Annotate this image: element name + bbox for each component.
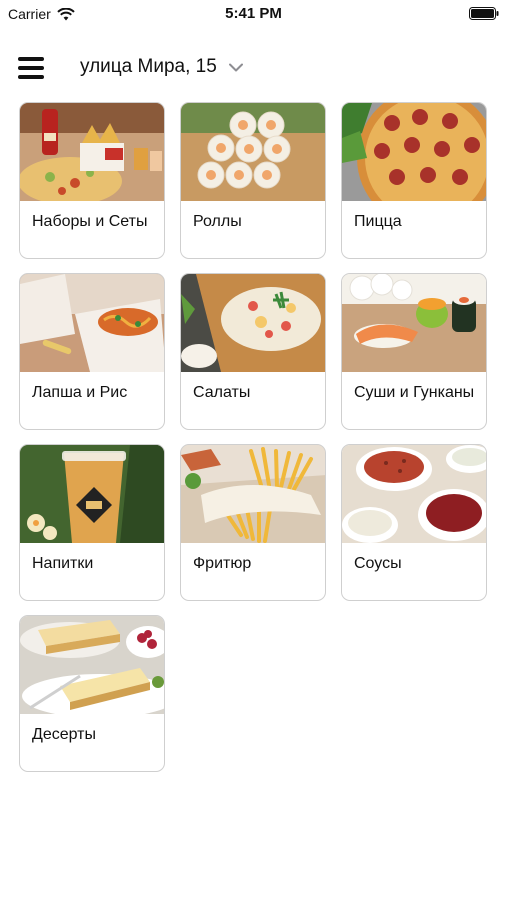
status-bar: Carrier 5:41 PM [0, 0, 507, 28]
category-label: Салаты [193, 384, 251, 401]
category-label: Пицца [354, 213, 402, 230]
category-label: Фритюр [193, 555, 252, 572]
category-card-pizza[interactable]: Пицца [341, 102, 487, 259]
noodles-photo [20, 274, 164, 372]
category-card-salads[interactable]: Салаты [180, 273, 326, 430]
category-card-rolls[interactable]: Роллы [180, 102, 326, 259]
category-card-sauces[interactable]: Соусы [341, 444, 487, 601]
battery-icon [469, 7, 499, 20]
category-card-fries[interactable]: Фритюр [180, 444, 326, 601]
category-label: Соусы [354, 555, 402, 572]
desserts-photo [20, 616, 164, 714]
menu-icon[interactable] [18, 57, 44, 79]
category-label: Лапша и Рис [32, 384, 128, 401]
category-card-sets[interactable]: Наборы и Сеты [19, 102, 165, 259]
category-label: Напитки [32, 555, 94, 572]
chevron-down-icon [228, 63, 243, 71]
category-card-sushi[interactable]: Суши и Гунканы [341, 273, 487, 430]
drinks-photo [20, 445, 164, 543]
clock: 5:41 PM [225, 5, 282, 22]
pizza-photo [342, 103, 486, 201]
salad-photo [181, 274, 325, 372]
category-label: Десерты [32, 726, 97, 743]
category-label: Роллы [193, 213, 242, 230]
header: улица Мира, 15 [0, 50, 507, 90]
category-card-desserts[interactable]: Десерты [19, 615, 165, 772]
address-label: улица Мира, 15 [80, 56, 217, 77]
sauces-photo [342, 445, 486, 543]
category-label: Суши и Гунканы [354, 384, 475, 401]
category-label: Наборы и Сеты [32, 213, 148, 230]
sets-photo [20, 103, 164, 201]
category-card-noodles[interactable]: Лапша и Рис [19, 273, 165, 430]
sushi-photo [342, 274, 486, 372]
address-selector[interactable]: улица Мира, 15 [80, 56, 243, 78]
rolls-photo [181, 103, 325, 201]
fries-photo [181, 445, 325, 543]
category-card-drinks[interactable]: Напитки [19, 444, 165, 601]
